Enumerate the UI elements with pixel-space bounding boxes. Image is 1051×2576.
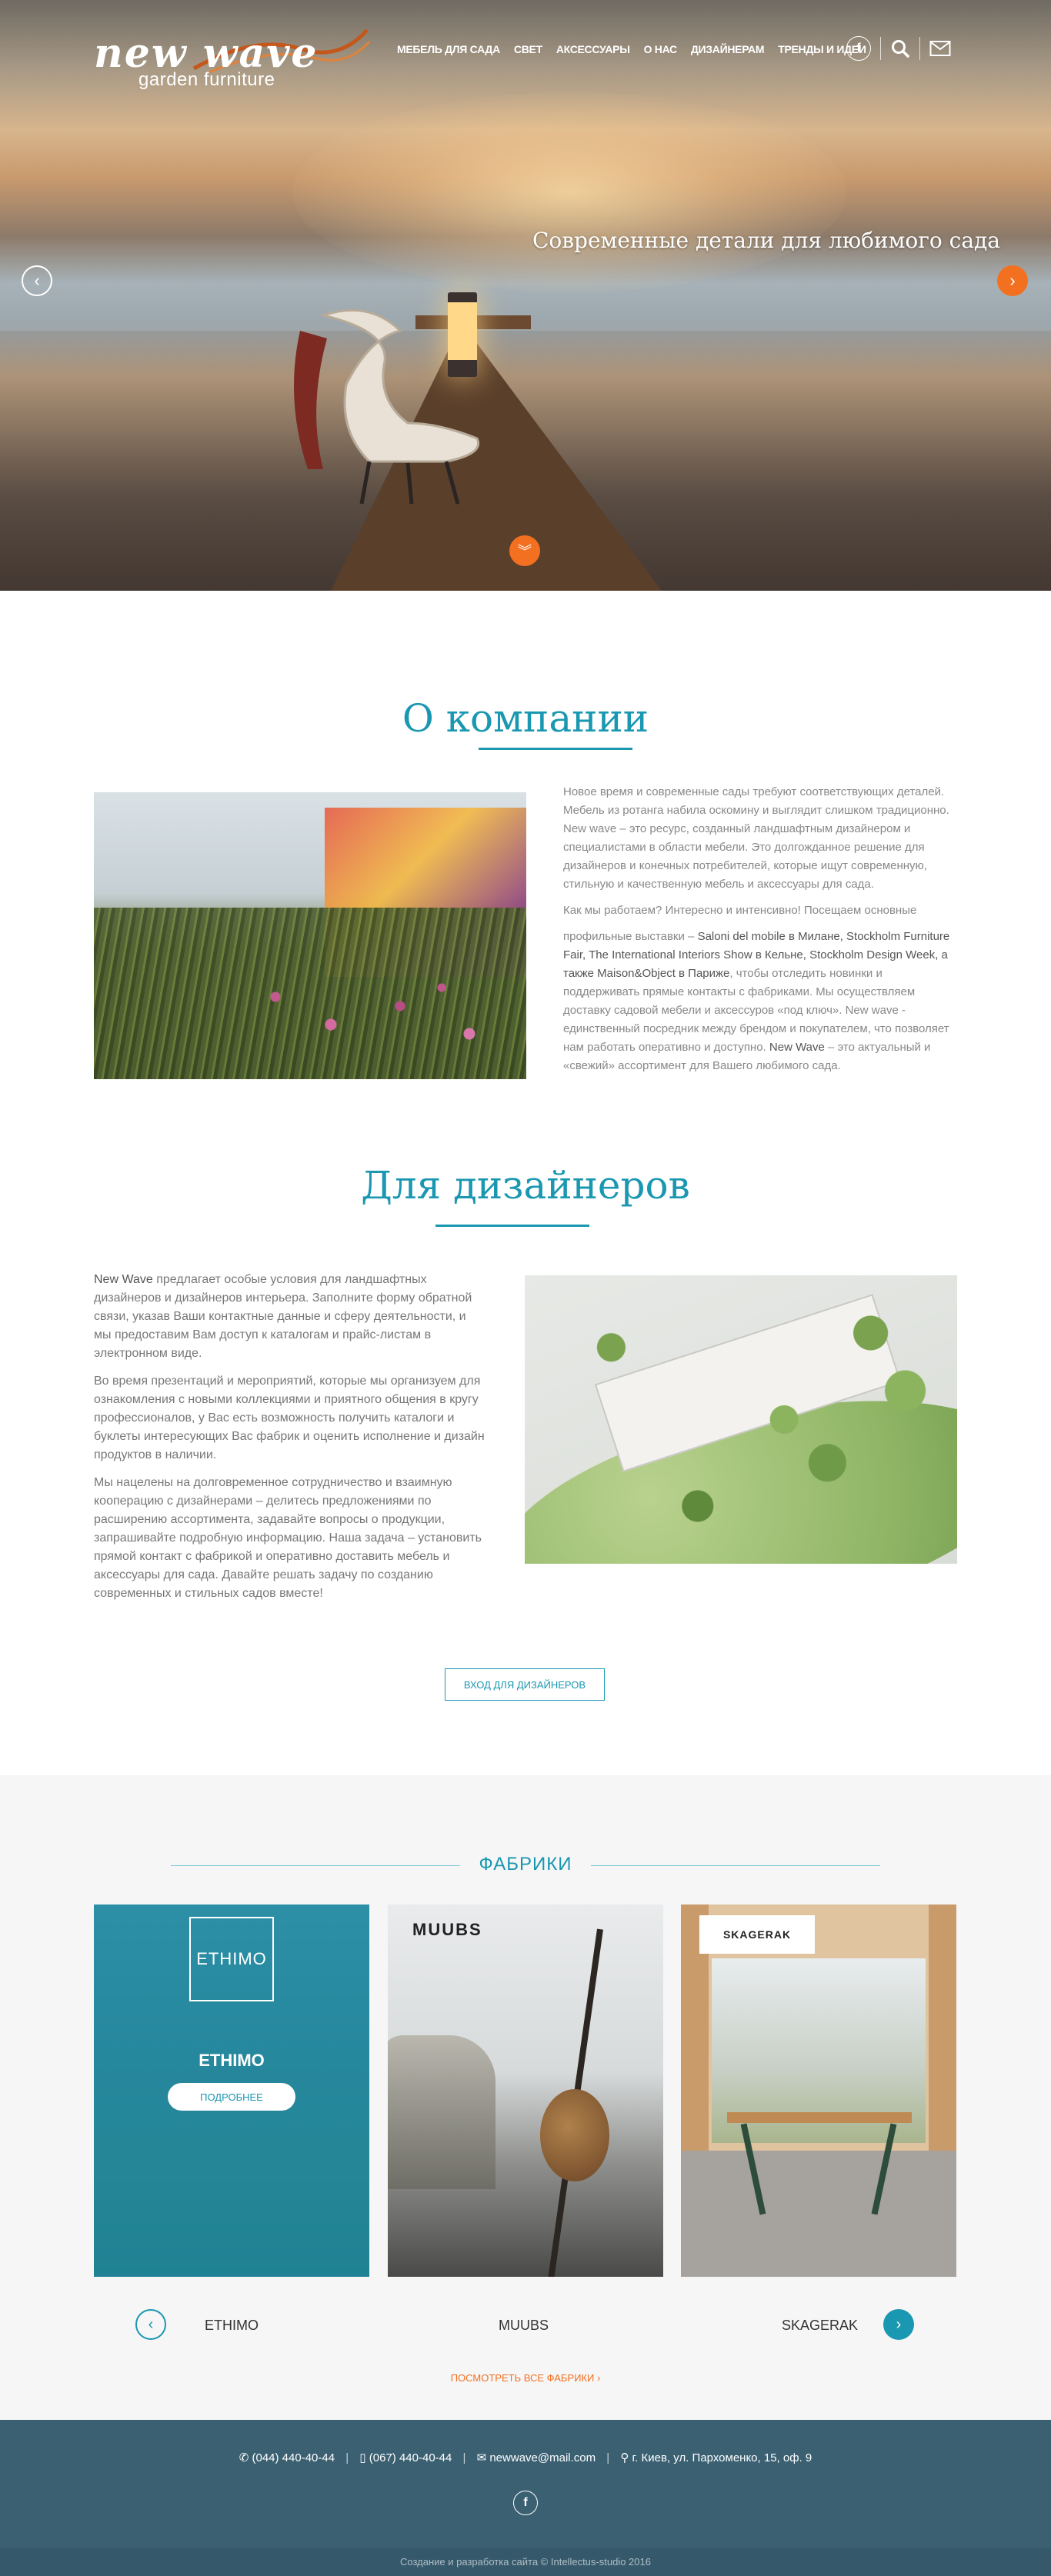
factory-name-skagerak[interactable]: SKAGERAK	[782, 2318, 858, 2334]
designers-paragraph-1: New Wave предлагает особые условия для л…	[94, 1271, 485, 1363]
table	[727, 2112, 912, 2123]
factory-card-name: ETHIMO	[199, 2051, 265, 2070]
garden-plan-image	[525, 1275, 957, 1564]
factory-logo: ETHIMO	[189, 1917, 274, 2001]
floor	[681, 2151, 956, 2277]
factory-logo: MUUBS	[412, 1920, 482, 1939]
lantern	[448, 292, 477, 377]
divider: |	[606, 2451, 610, 2464]
factories-next-button[interactable]: ›	[883, 2309, 914, 2340]
about-paragraph-3: профильные выставки – Saloni del mobile …	[563, 928, 957, 1075]
see-all-factories-link[interactable]: ПОСМОТРЕТЬ ВСЕ ФАБРИКИ ›	[0, 2372, 1051, 2384]
footer-copyright: Создание и разработка сайта © Intellectu…	[0, 2548, 1051, 2576]
footer-email[interactable]: newwave@mail.com	[489, 2451, 596, 2464]
location-pin-icon: ⚲	[620, 2451, 629, 2465]
about-paragraph-1: Новое время и современные сады требуют с…	[563, 785, 949, 891]
arrow-left-icon: ‹	[34, 271, 40, 290]
about-paragraph-2: Как мы работаем? Интересно и интенсивно!…	[563, 904, 917, 917]
arrow-right-icon: ›	[896, 2315, 902, 2333]
factories-section: ФАБРИКИ ETHIMO ETHIMO ПОДРОБНЕЕ MUUBS SK…	[0, 1775, 1051, 2420]
footer-contacts: ✆ (044) 440-40-44 | ▯ (067) 440-40-44 | …	[0, 2451, 1051, 2465]
about-text: Новое время и современные сады требуют с…	[563, 783, 957, 1083]
designers-paragraph-2: Во время презентаций и мероприятий, кото…	[94, 1375, 485, 1461]
slider-prev-button[interactable]: ‹	[22, 265, 52, 296]
mail-icon[interactable]	[929, 40, 951, 57]
factory-name-muubs[interactable]: MUUBS	[499, 2318, 549, 2334]
about-title-underline	[479, 748, 632, 750]
divider	[591, 1865, 880, 1866]
factories-prev-button[interactable]: ‹	[135, 2309, 166, 2340]
factory-logo: SKAGERAK	[699, 1915, 815, 1954]
mail-icon: ✉	[476, 2451, 487, 2465]
arrow-right-icon: ›	[1009, 271, 1016, 290]
brand-name: New Wave	[769, 1041, 825, 1054]
sunset-glow	[292, 92, 846, 292]
nav-item-light[interactable]: СВЕТ	[514, 43, 542, 55]
divider	[919, 37, 920, 60]
divider	[880, 37, 881, 60]
logo-subtitle: garden furniture	[138, 69, 275, 90]
divider: |	[462, 2451, 466, 2464]
more-button[interactable]: ПОДРОБНЕЕ	[168, 2083, 295, 2111]
factory-card-muubs[interactable]: MUUBS	[388, 1905, 663, 2277]
flowers	[248, 969, 525, 1061]
footer-phone-2[interactable]: (067) 440-40-44	[369, 2451, 452, 2464]
facebook-icon[interactable]: f	[846, 36, 871, 61]
hanging-chair	[540, 2089, 609, 2181]
scroll-down-button[interactable]: ︾	[509, 535, 540, 566]
header-icons: f	[846, 36, 951, 61]
site-header: new wave garden furniture МЕБЕЛЬ ДЛЯ САД…	[0, 0, 1051, 100]
slider-next-button[interactable]: ›	[997, 265, 1028, 296]
phone-icon: ✆	[239, 2451, 249, 2465]
mobile-icon: ▯	[359, 2451, 366, 2465]
factory-card-ethimo[interactable]: ETHIMO ETHIMO ПОДРОБНЕЕ	[94, 1905, 369, 2277]
about-garden-image	[94, 792, 526, 1079]
brand-name: New Wave	[94, 1273, 153, 1286]
hero-title: Современные детали для любимого сада	[532, 228, 1000, 253]
facebook-icon[interactable]: f	[513, 2491, 538, 2515]
footer-address: г. Киев, ул. Пархоменко, 15, оф. 9	[632, 2451, 812, 2464]
cliff	[388, 2035, 495, 2189]
nav-item-about[interactable]: О НАС	[644, 43, 678, 55]
bushes	[525, 1275, 957, 1564]
footer-phone-1[interactable]: (044) 440-40-44	[252, 2451, 335, 2464]
designer-login-button[interactable]: ВХОД ДЛЯ ДИЗАЙНЕРОВ	[445, 1668, 605, 1701]
designers-title-underline	[435, 1225, 589, 1227]
nav-item-designers[interactable]: ДИЗАЙНЕРАМ	[691, 43, 765, 55]
logo[interactable]: new wave garden furniture	[94, 28, 371, 92]
search-icon[interactable]	[890, 38, 910, 58]
nav-item-accessories[interactable]: АКСЕССУАРЫ	[556, 43, 630, 55]
designers-text: New Wave предлагает особые условия для л…	[94, 1271, 485, 1612]
about-title: О компании	[402, 696, 649, 741]
divider: |	[345, 2451, 349, 2464]
chevron-down-icon: ︾	[518, 544, 532, 559]
factory-card-skagerak[interactable]: SKAGERAK	[681, 1905, 956, 2277]
factory-name-ethimo[interactable]: ETHIMO	[205, 2318, 259, 2334]
nav-item-garden-furniture[interactable]: МЕБЕЛЬ ДЛЯ САДА	[397, 43, 500, 55]
factories-title: ФАБРИКИ	[479, 1854, 572, 1875]
designers-paragraph-3: Мы нацелены на долговременное сотрудниче…	[94, 1476, 482, 1600]
designers-title: Для дизайнеров	[361, 1163, 690, 1208]
about-p3-start: профильные выставки –	[563, 930, 698, 943]
site-footer: ✆ (044) 440-40-44 | ▯ (067) 440-40-44 | …	[0, 2420, 1051, 2576]
arrow-left-icon: ‹	[148, 2315, 154, 2333]
main-nav: МЕБЕЛЬ ДЛЯ САДА СВЕТ АКСЕССУАРЫ О НАС ДИ…	[397, 43, 880, 55]
